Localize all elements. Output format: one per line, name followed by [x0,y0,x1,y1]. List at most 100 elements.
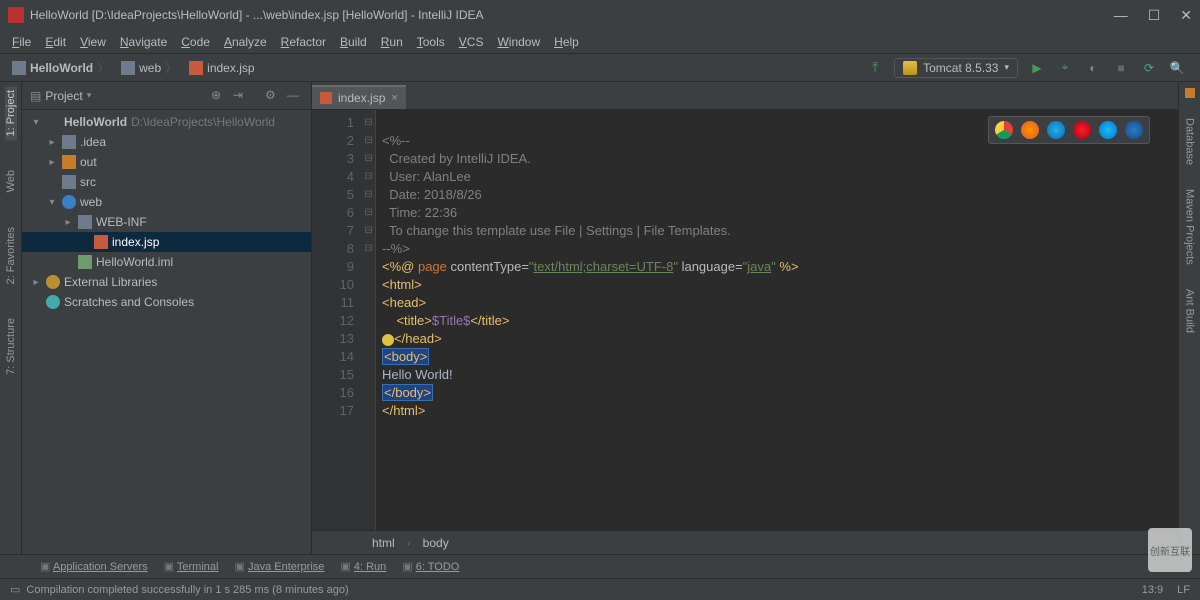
breadcrumb-helloworld[interactable]: HelloWorld〉 [6,59,115,76]
locate-icon[interactable]: ⊕ [211,88,227,104]
menu-vcs[interactable]: VCS [453,33,490,51]
run-config-label: Tomcat 8.5.33 [923,61,998,75]
web-icon [62,195,76,209]
project-panel-title: Project [45,89,82,103]
project-panel-header: ▤ Project ▾ ⊕ ⇥ ⚙ — [22,82,311,110]
code-editor[interactable]: 1234567891011121314151617 ⊟⊟⊟⊟⊟⊟⊟⊟ <%-- … [312,110,1178,530]
coverage-button[interactable]: ◐ [1084,59,1102,77]
left-tool-rail: 1: Project Web 2: Favorites 7: Structure [0,82,22,554]
tree-item-out[interactable]: ▸out [22,152,311,172]
firefox-icon[interactable] [1021,121,1039,139]
right-tab-maven-projects[interactable]: Maven Projects [1184,185,1196,269]
tree-item-web[interactable]: ▾web [22,192,311,212]
run-config-selector[interactable]: Tomcat 8.5.33 ▾ [894,58,1018,78]
watermark-logo: 创新互联 [1148,528,1192,572]
editor-tab-index-jsp[interactable]: index.jsp × [312,85,406,109]
editor-tab-label: index.jsp [338,91,385,105]
tool----todo[interactable]: ▣ 6: TODO [402,560,459,573]
structure-breadcrumbs: html › body [312,530,1178,554]
menu-file[interactable]: File [6,33,37,51]
status-bar: ▭ Compilation completed successfully in … [0,578,1200,600]
crumb-html[interactable]: html [372,536,395,550]
menu-tools[interactable]: Tools [411,33,451,51]
menu-code[interactable]: Code [175,33,216,51]
left-tab-web[interactable]: Web [5,166,17,196]
menu-build[interactable]: Build [334,33,373,51]
tool-application-servers[interactable]: ▣ Application Servers [40,560,148,573]
run-button[interactable]: ▶ [1028,59,1046,77]
folder-icon [78,215,92,229]
tree-item-helloworld-iml[interactable]: HelloWorld.iml [22,252,311,272]
folder-icon [62,135,76,149]
ofolder-icon [62,155,76,169]
menu-bar: FileEditViewNavigateCodeAnalyzeRefactorB… [0,30,1200,54]
tree-item-src[interactable]: src [22,172,311,192]
window-title: HelloWorld [D:\IdeaProjects\HelloWorld] … [30,8,1114,22]
database-icon [1185,88,1195,98]
hide-icon[interactable]: — [287,88,303,104]
tree-item-external-libraries[interactable]: ▸External Libraries [22,272,311,292]
chevron-down-icon[interactable]: ▾ [87,90,92,101]
app-icon [8,7,24,23]
collapse-icon[interactable]: ⇥ [233,88,249,104]
right-tab-ant-build[interactable]: Ant Build [1184,285,1196,337]
project-tree[interactable]: ▾HelloWorld D:\IdeaProjects\HelloWorld▸.… [22,110,311,554]
menu-help[interactable]: Help [548,33,585,51]
tomcat-icon [903,61,917,75]
tree-item-helloworld[interactable]: ▾HelloWorld D:\IdeaProjects\HelloWorld [22,112,311,132]
close-button[interactable]: ✕ [1180,7,1192,24]
breadcrumb-index.jsp[interactable]: index.jsp [183,59,260,76]
minimize-button[interactable]: — [1114,7,1128,24]
fold-gutter[interactable]: ⊟⊟⊟⊟⊟⊟⊟⊟ [362,110,376,530]
editor-area: index.jsp × 1234567891011121314151617 ⊟⊟… [312,82,1178,554]
bottom-tool-strip: ▣ Application Servers ▣ Terminal ▣ Java En… [0,554,1200,578]
left-tab----project[interactable]: 1: Project [5,86,17,140]
breadcrumb-web[interactable]: web〉 [115,59,183,76]
window-controls: — ☐ ✕ [1114,7,1192,24]
title-bar: HelloWorld [D:\IdeaProjects\HelloWorld] … [0,0,1200,30]
tool-terminal[interactable]: ▣ Terminal [164,560,219,573]
jsp-icon [320,92,332,104]
chrome-icon[interactable] [995,121,1013,139]
tree-item-scratches-and-consoles[interactable]: Scratches and Consoles [22,292,311,312]
edge-icon[interactable] [1125,121,1143,139]
tree-item-web-inf[interactable]: ▸WEB-INF [22,212,311,232]
source-code[interactable]: <%-- Created by IntelliJ IDEA. User: Ala… [376,110,1178,530]
left-tab----favorites[interactable]: 2: Favorites [5,223,17,288]
menu-window[interactable]: Window [491,33,546,51]
safari-icon[interactable] [1047,121,1065,139]
opera-icon[interactable] [1073,121,1091,139]
menu-analyze[interactable]: Analyze [218,33,273,51]
folder-icon [121,61,135,75]
tree-item-index-jsp[interactable]: index.jsp [22,232,311,252]
maximize-button[interactable]: ☐ [1148,7,1161,24]
tool-java-enterprise[interactable]: ▣ Java Enterprise [234,560,324,573]
debug-button[interactable]: ⌖ [1056,59,1074,77]
ie-icon[interactable] [1099,121,1117,139]
menu-edit[interactable]: Edit [39,33,72,51]
right-tool-rail: Database Maven Projects Ant Build [1178,82,1200,554]
chevron-down-icon: ▾ [1004,62,1009,73]
iml-icon [78,255,92,269]
jsp-icon [189,61,203,75]
stop-button[interactable]: ■ [1112,59,1130,77]
crumb-body[interactable]: body [423,536,449,550]
line-gutter: 1234567891011121314151617 [312,110,362,530]
tree-item--idea[interactable]: ▸.idea [22,132,311,152]
close-tab-icon[interactable]: × [391,92,397,104]
intention-bulb-icon[interactable] [382,334,394,346]
update-button[interactable]: ⟳ [1140,59,1158,77]
menu-view[interactable]: View [74,33,112,51]
build-icon[interactable]: ⤒ [866,59,884,77]
tool----run[interactable]: ▣ 4: Run [340,560,386,573]
menu-navigate[interactable]: Navigate [114,33,173,51]
right-tab-database[interactable]: Database [1184,114,1196,169]
browser-preview-icons [988,116,1150,144]
project-view-icon: ▤ [30,89,41,103]
menu-refactor[interactable]: Refactor [275,33,332,51]
left-tab----structure[interactable]: 7: Structure [5,314,17,379]
gear-icon[interactable]: ⚙ [265,88,281,104]
project-icon [12,61,26,75]
menu-run[interactable]: Run [375,33,409,51]
search-everywhere-icon[interactable]: 🔍 [1168,59,1186,77]
